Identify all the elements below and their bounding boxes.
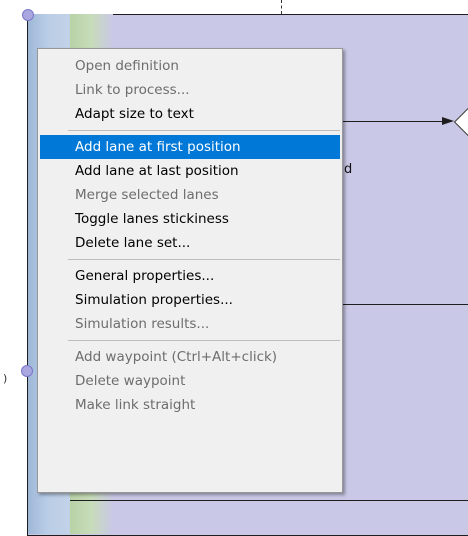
- menu-item-simulation-results[interactable]: Simulation results...: [40, 312, 340, 336]
- lane-divider: [70, 500, 468, 501]
- menu-item-link-to-process[interactable]: Link to process...: [40, 78, 340, 102]
- menu-item-add-waypoint-ctrl-alt-click[interactable]: Add waypoint (Ctrl+Alt+click): [40, 345, 340, 369]
- menu-item-merge-selected-lanes[interactable]: Merge selected lanes: [40, 183, 340, 207]
- menu-item-adapt-size-to-text[interactable]: Adapt size to text: [40, 102, 340, 126]
- connector-label-fragment: ): [3, 372, 8, 385]
- menu-item-add-lane-at-first-position[interactable]: Add lane at first position: [40, 135, 340, 159]
- menu-separator: [68, 259, 340, 260]
- menu-item-delete-lane-set[interactable]: Delete lane set...: [40, 231, 340, 255]
- selection-handle[interactable]: [22, 9, 34, 21]
- menu-item-toggle-lanes-stickiness[interactable]: Toggle lanes stickiness: [40, 207, 340, 231]
- menu-separator: [68, 340, 340, 341]
- sequence-flow-line[interactable]: [330, 121, 442, 122]
- menu-item-make-link-straight[interactable]: Make link straight: [40, 393, 340, 417]
- selection-handle[interactable]: [21, 365, 33, 377]
- arrowhead-icon: [442, 117, 454, 125]
- menu-item-simulation-properties[interactable]: Simulation properties...: [40, 288, 340, 312]
- menu-item-open-definition[interactable]: Open definition: [40, 54, 340, 78]
- menu-item-general-properties[interactable]: General properties...: [40, 264, 340, 288]
- dashed-guide-line: [281, 0, 282, 14]
- menu-item-add-lane-at-last-position[interactable]: Add lane at last position: [40, 159, 340, 183]
- menu-separator: [68, 130, 340, 131]
- lane-label-fragment: d: [344, 162, 353, 177]
- menu-item-delete-waypoint[interactable]: Delete waypoint: [40, 369, 340, 393]
- context-menu: Open definition Link to process... Adapt s…: [37, 48, 343, 493]
